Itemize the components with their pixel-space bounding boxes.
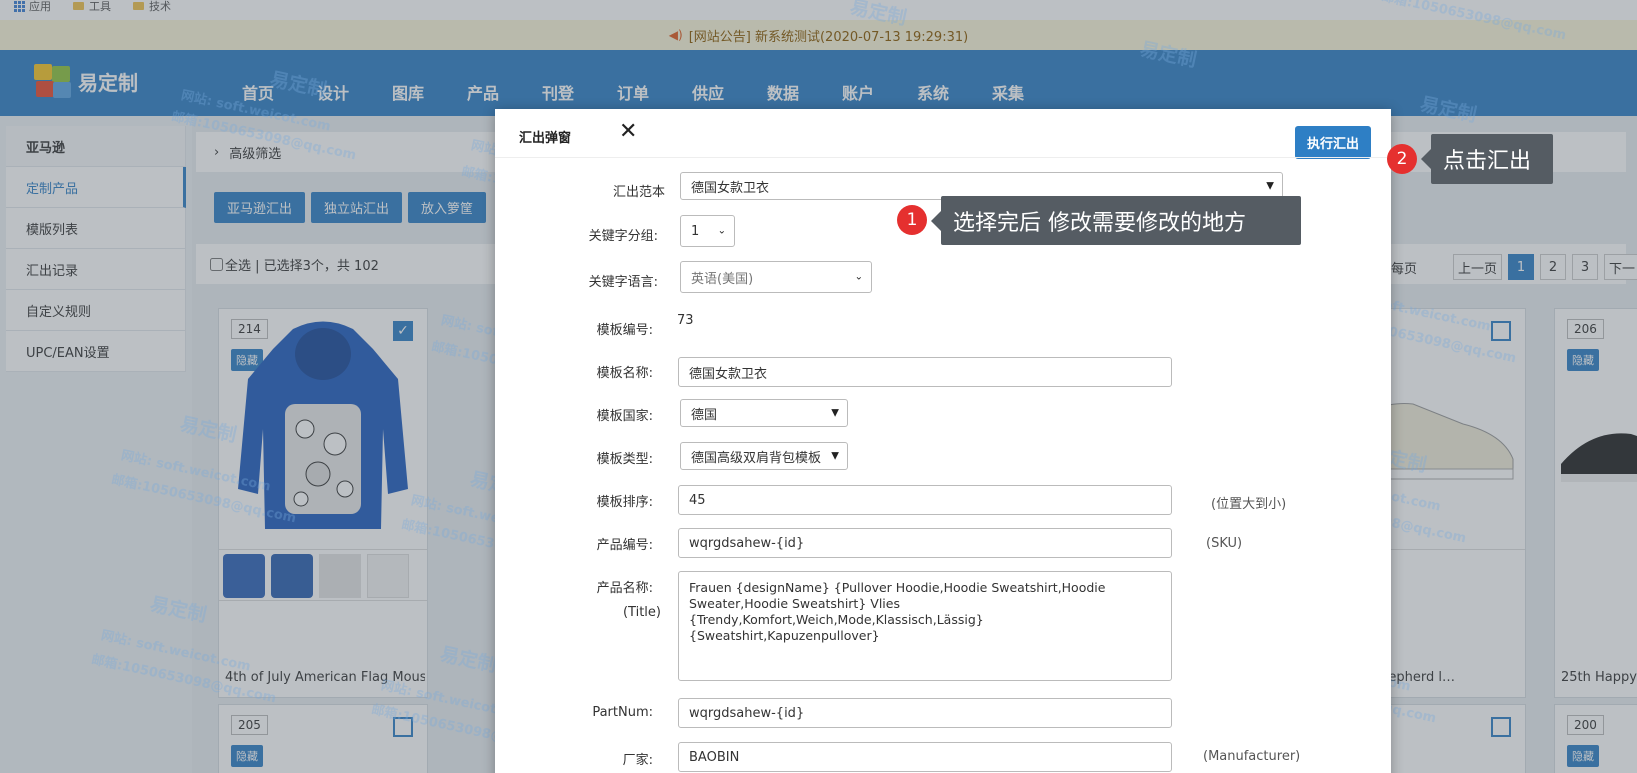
partnum-value: wqrgdsahew-{id} [689,705,805,721]
step-1-text: 选择完后 修改需要修改的地方 [953,210,1246,236]
manufacturer-value: BAOBIN [689,749,740,765]
product-sku-value: wqrgdsahew-{id} [689,535,805,551]
sort-hint: (位置大到小) [1211,497,1287,512]
modal-divider [495,157,1391,158]
product-sku-input[interactable]: wqrgdsahew-{id} [678,528,1172,558]
keyword-language-value: 英语(美国) [691,271,754,287]
keyword-language-select[interactable]: 英语(美国) ⌄ [680,261,872,293]
product-name-label: 产品名称: [596,581,653,596]
template-country-select[interactable]: 德国 ▼ [680,399,848,427]
partnum-input[interactable]: wqrgdsahew-{id} [678,698,1172,728]
template-label: 汇出范本 [612,185,665,200]
caret-down-icon: ▼ [831,407,839,419]
product-name-sublabel: (Title) [622,605,661,620]
template-country-value: 德国 [691,407,718,423]
chevron-down-icon: ⌄ [717,225,726,237]
step-2-text: 点击汇出 [1443,149,1532,174]
keyword-group-label: 关键字分组: [588,229,658,244]
step-2-badge: 2 [1387,144,1417,174]
caret-down-icon: ▼ [1266,180,1274,192]
product-sku-label: 产品编号: [596,538,653,553]
template-sort-label: 模板排序: [596,495,653,510]
sku-hint: (SKU) [1206,536,1243,551]
template-number-label: 模板编号: [596,323,653,338]
close-icon[interactable]: ✕ [619,119,637,144]
template-type-select[interactable]: 德国高级双肩背包模板 ▼ [680,442,848,470]
step-1-tooltip: 选择完后 修改需要修改的地方 [941,196,1301,245]
step-1-badge: 1 [897,205,927,235]
template-name-value: 德国女款卫衣 [689,366,768,382]
template-name-input[interactable]: 德国女款卫衣 [678,357,1172,387]
keyword-group-value: 1 [691,223,700,239]
manufacturer-label: 厂家: [622,753,653,768]
template-country-label: 模板国家: [596,409,653,424]
template-sort-value: 45 [689,492,706,508]
template-type-value: 德国高级双肩背包模板 [691,450,822,466]
manufacturer-input[interactable]: BAOBIN [678,742,1172,772]
chevron-down-icon: ⌄ [854,271,863,283]
modal-title: 汇出弹窗 [519,131,572,146]
keyword-group-select[interactable]: 1 ⌄ [680,215,735,247]
keyword-language-label: 关键字语言: [588,275,658,290]
template-name-label: 模板名称: [596,366,653,381]
manufacturer-hint: (Manufacturer) [1203,749,1301,764]
step-2-tooltip: 点击汇出 [1431,134,1553,184]
template-number-value: 73 [677,313,694,328]
template-select-value: 德国女款卫衣 [691,180,770,196]
caret-down-icon: ▼ [831,450,839,462]
partnum-label: PartNum: [592,705,653,720]
product-name-textarea[interactable] [678,571,1172,681]
template-type-label: 模板类型: [596,452,653,467]
template-sort-input[interactable]: 45 [678,485,1172,515]
execute-export-button[interactable]: 执行汇出 [1295,126,1372,159]
